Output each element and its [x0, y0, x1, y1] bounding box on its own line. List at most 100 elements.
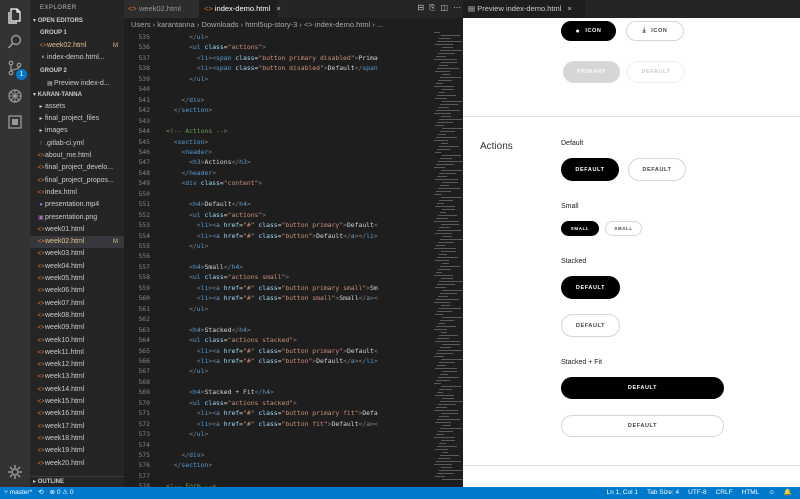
file-item[interactable]: <>about_me.html [30, 150, 124, 162]
minimap-line [435, 44, 453, 45]
open-editors-header[interactable]: ▾ OPEN EDITORS [30, 16, 124, 27]
folder-item[interactable]: ▸ final_project_files [30, 113, 124, 125]
close-icon[interactable]: × [39, 52, 47, 64]
file-item[interactable]: <>week08.html [30, 310, 124, 322]
file-item[interactable]: <>final_project_develo... [30, 162, 124, 174]
line-number: 550 [138, 189, 150, 198]
code-token: div [189, 95, 201, 104]
encoding[interactable]: UTF-8 [688, 487, 706, 499]
code-line: 577 [124, 471, 463, 481]
icon-button-primary[interactable]: ● ICON [561, 21, 616, 41]
file-item[interactable]: <>week12.html [30, 359, 124, 371]
extensions-icon[interactable] [5, 112, 25, 132]
minimap-line [436, 326, 456, 327]
file-item[interactable]: <>week18.html [30, 433, 124, 445]
open-editor-item[interactable]: × index-demo.html... [30, 52, 124, 64]
notifications-icon[interactable]: 🔔 [784, 487, 792, 499]
stacked-fit-primary-button[interactable]: DEFAULT [561, 377, 724, 399]
file-item[interactable]: ! .gitlab-ci.yml [30, 138, 124, 150]
file-item[interactable]: <>week10.html [30, 335, 124, 347]
file-label: index.html [45, 188, 77, 196]
code-line: 570 <ul class="actions stacked"> [124, 398, 463, 408]
file-item[interactable]: <>week19.html [30, 445, 124, 457]
tab-preview[interactable]: ▤ Preview index-demo.html × [463, 0, 585, 18]
file-item[interactable]: <>week02.html M [30, 236, 124, 249]
open-preview-icon[interactable]: ⎘ [429, 3, 435, 13]
close-icon[interactable]: × [567, 4, 571, 13]
code-token: h4 [192, 388, 201, 397]
open-editor-item[interactable]: ▤Preview index-d... [30, 78, 124, 90]
compare-icon[interactable]: ⊟ [417, 3, 424, 13]
folder-item[interactable]: ▸ images [30, 125, 124, 137]
code-text: </ul> [150, 75, 208, 83]
file-item[interactable]: <>week13.html [30, 371, 124, 383]
source-control-icon[interactable]: 1 [5, 58, 27, 80]
default-label: Default [561, 140, 584, 147]
git-branch[interactable]: ⑂ master* [4, 487, 32, 499]
sync-icon[interactable]: ⟲ [38, 487, 43, 499]
explorer-icon[interactable] [5, 6, 25, 26]
stacked-primary-button[interactable]: DEFAULT [561, 276, 620, 299]
file-item[interactable]: ● presentation.mp4 [30, 199, 124, 211]
file-item[interactable]: <>week05.html [30, 273, 124, 285]
language-mode[interactable]: HTML [742, 487, 760, 499]
minimap-line [436, 434, 444, 435]
line-ending[interactable]: CRLF [716, 487, 733, 499]
code-text: <ul class="actions"> [150, 43, 266, 51]
more-actions-icon[interactable]: ⋯ [453, 3, 461, 13]
file-item[interactable]: <>week15.html [30, 396, 124, 408]
open-editor-item[interactable]: <>week02.html M [30, 40, 124, 52]
icon-button-default[interactable]: ⤓ ICON [626, 21, 684, 41]
default-primary-button[interactable]: DEFAULT [561, 158, 619, 181]
tab-size[interactable]: Tab Size: 4 [647, 487, 679, 499]
settings-gear-icon[interactable] [5, 462, 25, 482]
folder-item[interactable]: ▸ assets [30, 101, 124, 113]
outline-header[interactable]: ▸ OUTLINE [30, 476, 124, 487]
file-item[interactable]: <>week17.html [30, 421, 124, 433]
default-button[interactable]: DEFAULT [628, 158, 686, 181]
code-editor[interactable]: 535 </ul> 536 <ul class="actions"> 537 <li… [124, 32, 463, 487]
problems-indicator[interactable]: ⊗ 0 ⚠ 0 [50, 487, 74, 499]
breadcrumb[interactable]: Users › karantanna › Downloads › html5up… [124, 18, 463, 32]
file-item[interactable]: <>week16.html [30, 408, 124, 420]
minimap[interactable] [432, 32, 463, 487]
code-token: ul [196, 367, 205, 376]
file-item[interactable]: <>final_project_propos... [30, 175, 124, 187]
minimap-line [439, 416, 449, 417]
project-folder-header[interactable]: ▾ KARAN-TANNA [30, 90, 124, 101]
small-button[interactable]: SMALL [605, 221, 642, 236]
cursor-position[interactable]: Ln 1, Col 1 [607, 487, 638, 499]
close-icon[interactable]: × [276, 4, 280, 13]
split-editor-icon[interactable]: ◫ [440, 3, 448, 13]
code-text: </ul> [150, 367, 208, 375]
stacked-button[interactable]: DEFAULT [561, 314, 620, 337]
minimap-line [434, 302, 450, 303]
search-icon[interactable] [5, 32, 25, 52]
file-item[interactable]: ▣presentation.png [30, 212, 124, 224]
minimap-line [436, 83, 443, 84]
file-item[interactable]: <>week09.html [30, 322, 124, 334]
debug-icon[interactable] [5, 86, 25, 106]
minimap-line [441, 305, 450, 306]
file-item[interactable]: <>week20.html [30, 458, 124, 470]
code-token: </ [189, 33, 197, 41]
file-item[interactable]: <>week06.html [30, 285, 124, 297]
small-primary-button[interactable]: SMALL [561, 221, 599, 236]
feedback-icon[interactable]: ☺ [768, 487, 775, 499]
file-item[interactable]: <>week03.html [30, 248, 124, 260]
code-token: class [200, 336, 224, 345]
code-text: <ul class="actions stacked"> [150, 336, 297, 344]
file-item[interactable]: <>week11.html [30, 347, 124, 359]
file-item[interactable]: <>week07.html [30, 298, 124, 310]
html-file-icon: <> [37, 189, 45, 196]
tab-week02[interactable]: <> week02.html [124, 0, 199, 18]
file-item[interactable]: <>index.html [30, 187, 124, 199]
file-item[interactable]: <>week14.html [30, 384, 124, 396]
code-token: section [177, 137, 205, 146]
stacked-fit-button[interactable]: DEFAULT [561, 415, 724, 437]
tab-index-demo[interactable]: <> index-demo.html × [199, 0, 281, 18]
file-item[interactable]: <>week01.html [30, 224, 124, 236]
file-item[interactable]: <>week04.html [30, 261, 124, 273]
media-file-icon: ● [39, 202, 43, 209]
